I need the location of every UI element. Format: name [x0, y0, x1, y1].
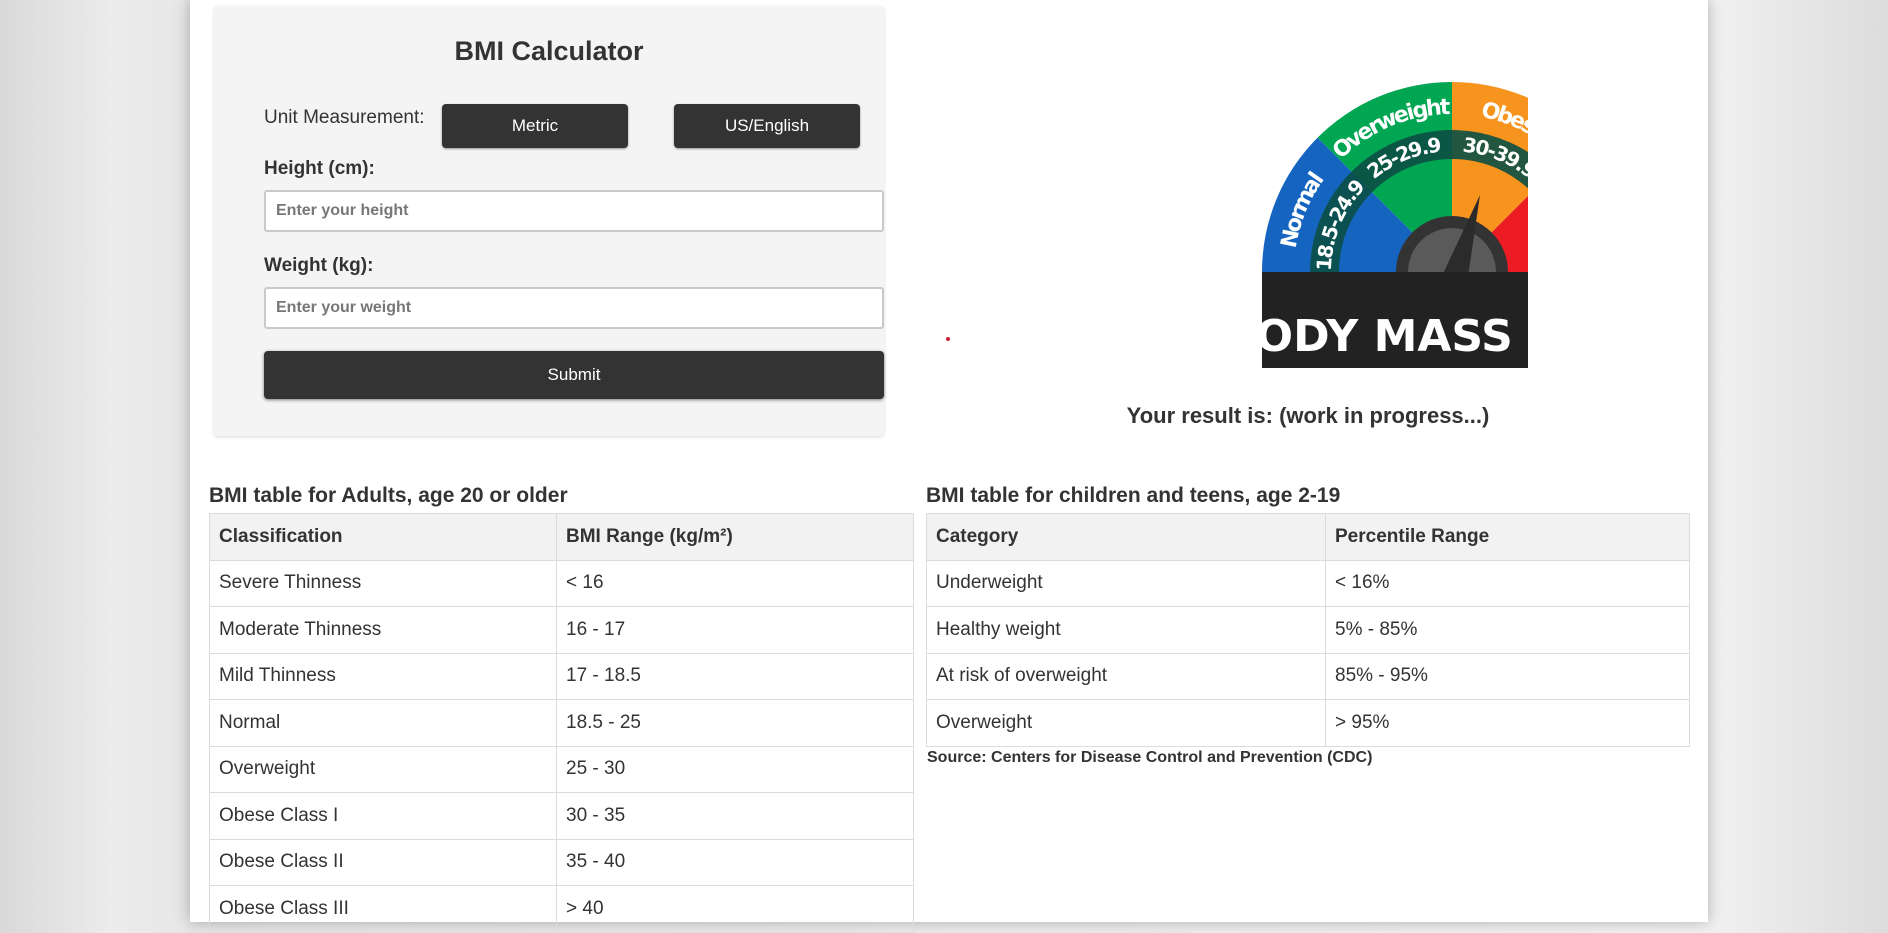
source-note: Source: Centers for Disease Control and … [927, 749, 1373, 766]
decorative-dot [946, 337, 950, 341]
table-header-row: Category Percentile Range [926, 513, 1690, 561]
weight-input[interactable] [264, 287, 884, 329]
calculator-title: BMI Calculator [454, 36, 644, 66]
table-cell: > 40 [556, 885, 914, 933]
submit-button[interactable]: Submit [264, 351, 884, 399]
table-cell: Overweight [209, 745, 557, 793]
metric-button[interactable]: Metric [442, 104, 628, 148]
table-cell: 5% - 85% [1325, 606, 1690, 654]
adults-table-title: BMI table for Adults, age 20 or older [209, 484, 568, 507]
table-cell: 35 - 40 [556, 838, 914, 886]
us-english-button[interactable]: US/English [674, 104, 860, 148]
table-row: Obese Class III > 40 [209, 885, 914, 933]
page-content: BMI Calculator Unit Measurement: Metric … [190, 0, 1708, 933]
table-header-cell: Percentile Range [1325, 513, 1690, 561]
bmi-gauge-image: Normal18.5-24.9Overweight25-29.9Obese30-… [1068, 20, 1528, 368]
table-cell: 16 - 17 [556, 606, 914, 654]
table-header-cell: Classification [209, 513, 557, 561]
table-header-row: Classification BMI Range (kg/m²) [209, 513, 914, 561]
table-row: At risk of overweight 85% - 95% [926, 652, 1690, 700]
unit-measurement-label: Unit Measurement: [264, 107, 425, 128]
height-label: Height (cm): [264, 158, 375, 179]
table-cell: 85% - 95% [1325, 652, 1690, 700]
table-row: Obese Class I 30 - 35 [209, 792, 914, 840]
height-input[interactable] [264, 190, 884, 232]
table-row: Mild Thinness 17 - 18.5 [209, 652, 914, 700]
table-cell: Obese Class II [209, 838, 557, 886]
table-cell: 25 - 30 [556, 745, 914, 793]
bmi-calculator-panel: BMI Calculator Unit Measurement: Metric … [214, 6, 884, 436]
table-cell: 17 - 18.5 [556, 652, 914, 700]
table-cell: < 16% [1325, 559, 1690, 607]
table-cell: Overweight [926, 699, 1326, 747]
table-cell: Severe Thinness [209, 559, 557, 607]
table-row: Healthy weight 5% - 85% [926, 606, 1690, 654]
gauge-banner-title: BODY MASS INDEX [1222, 311, 1528, 362]
table-row: Normal 18.5 - 25 [209, 699, 914, 747]
table-row: Underweight < 16% [926, 559, 1690, 607]
table-row: Moderate Thinness 16 - 17 [209, 606, 914, 654]
table-cell: Moderate Thinness [209, 606, 557, 654]
table-cell: Obese Class I [209, 792, 557, 840]
children-table-title: BMI table for children and teens, age 2-… [926, 484, 1341, 507]
table-row: Overweight > 95% [926, 699, 1690, 747]
weight-label: Weight (kg): [264, 255, 374, 276]
bmi-result: Your result is: (work in progress...) [1126, 403, 1490, 428]
table-cell: Mild Thinness [209, 652, 557, 700]
table-cell: < 16 [556, 559, 914, 607]
table-cell: Underweight [926, 559, 1326, 607]
table-row: Severe Thinness < 16 [209, 559, 914, 607]
table-cell: Healthy weight [926, 606, 1326, 654]
table-cell: At risk of overweight [926, 652, 1326, 700]
table-cell: Obese Class III [209, 885, 557, 933]
table-header-cell: Category [926, 513, 1326, 561]
children-bmi-table: Category Percentile Range Underweight < 1… [926, 513, 1690, 747]
table-cell: Normal [209, 699, 557, 747]
table-row: Obese Class II 35 - 40 [209, 838, 914, 886]
table-cell: > 95% [1325, 699, 1690, 747]
table-header-cell: BMI Range (kg/m²) [556, 513, 914, 561]
table-cell: 18.5 - 25 [556, 699, 914, 747]
adults-bmi-table: Classification BMI Range (kg/m²) Severe … [209, 513, 914, 933]
table-row: Overweight 25 - 30 [209, 745, 914, 793]
table-cell: 30 - 35 [556, 792, 914, 840]
